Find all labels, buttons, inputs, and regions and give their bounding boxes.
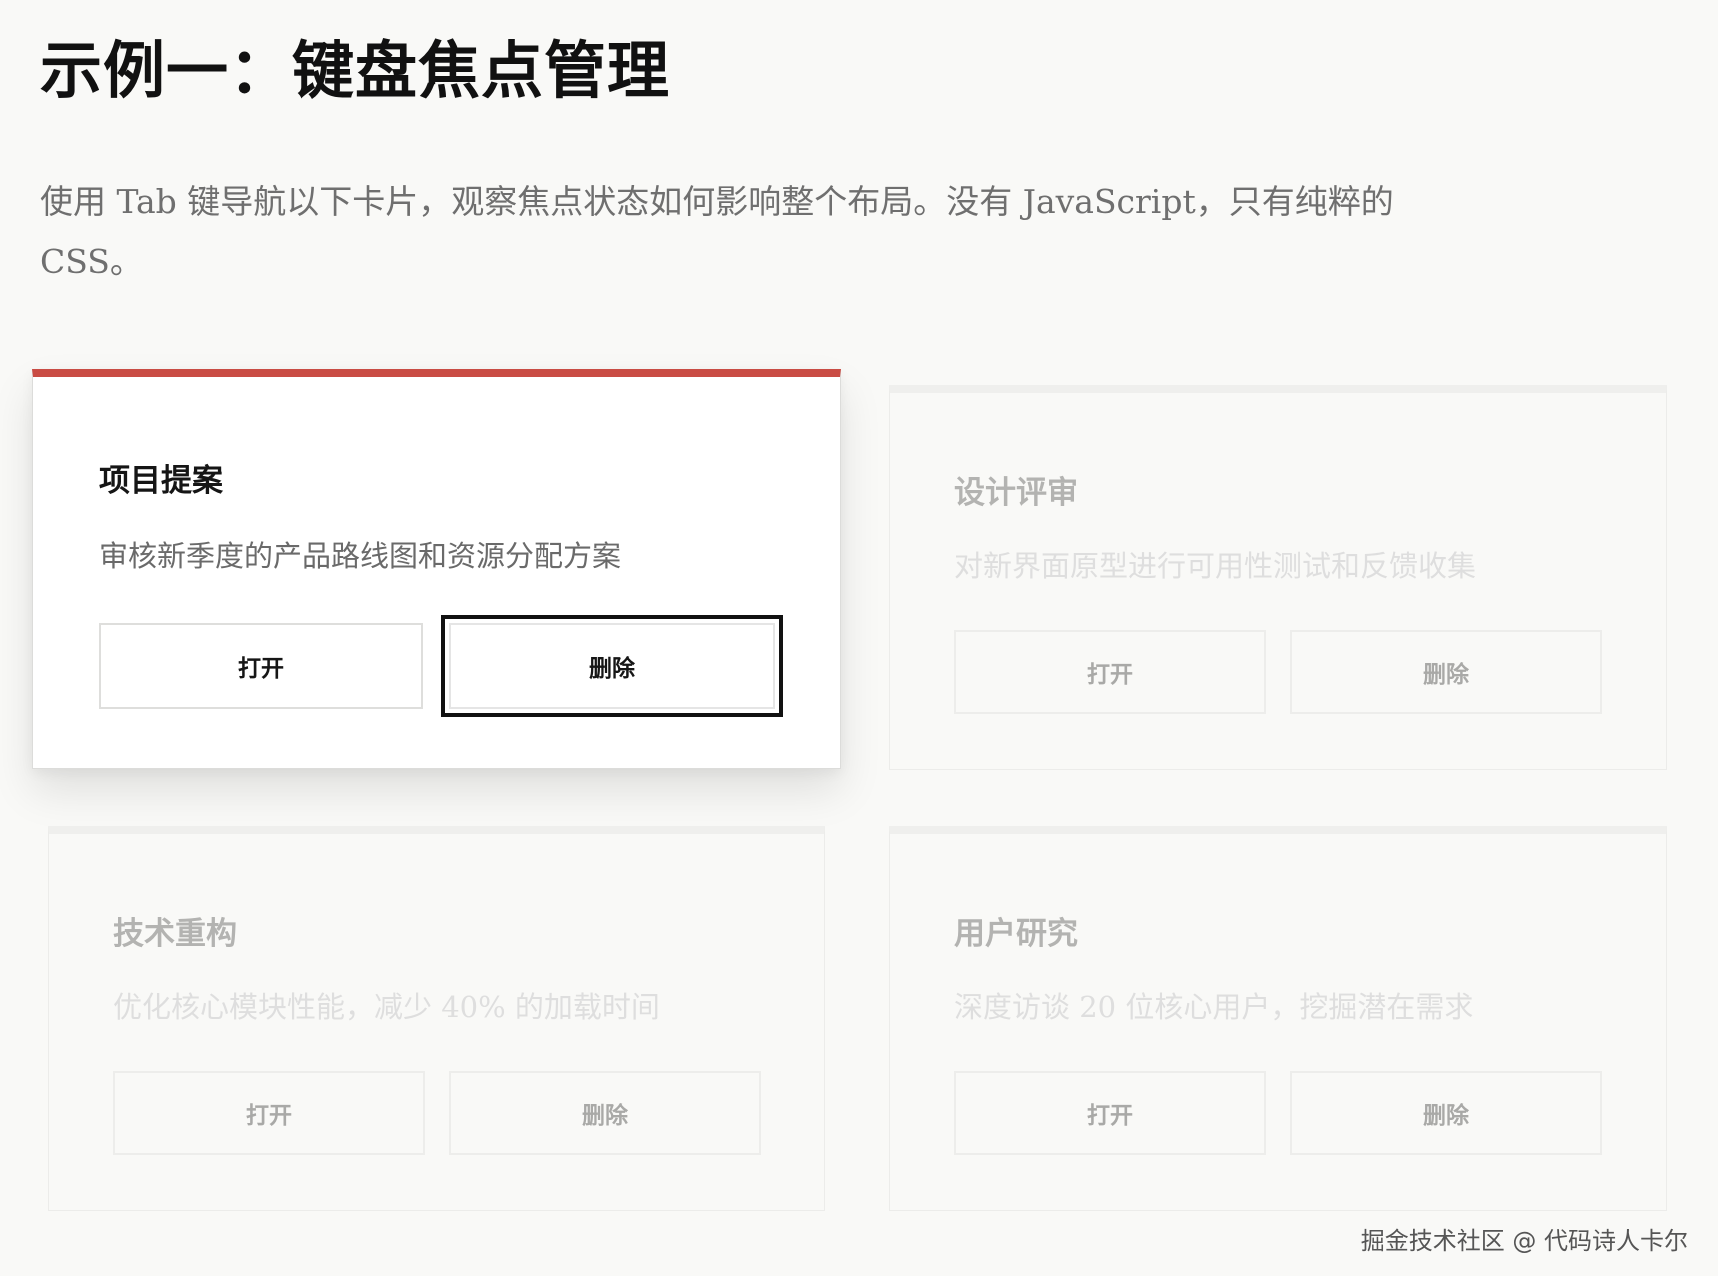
card-title: 项目提案 [99, 463, 223, 499]
card-design-review[interactable]: 设计评审 对新界面原型进行可用性测试和反馈收集 打开 删除 [889, 385, 1667, 770]
page-title: 示例一：键盘焦点管理 [40, 34, 671, 107]
card-tech-refactor[interactable]: 技术重构 优化核心模块性能，减少 40% 的加载时间 打开 删除 [48, 826, 825, 1211]
card-title: 用户研究 [954, 916, 1078, 952]
card-title: 设计评审 [954, 475, 1078, 511]
card-user-research[interactable]: 用户研究 深度访谈 20 位核心用户，挖掘潜在需求 打开 删除 [889, 826, 1667, 1211]
delete-button[interactable]: 删除 [449, 1071, 761, 1155]
watermark: 掘金技术社区 @ 代码诗人卡尔 [1360, 1227, 1688, 1255]
delete-button[interactable]: 删除 [441, 615, 783, 717]
card-title: 技术重构 [113, 916, 237, 952]
open-button[interactable]: 打开 [99, 623, 423, 709]
open-button[interactable]: 打开 [954, 630, 1266, 714]
delete-button[interactable]: 删除 [1290, 630, 1602, 714]
page-intro: 使用 Tab 键导航以下卡片，观察焦点状态如何影响整个布局。没有 JavaScr… [40, 182, 1394, 281]
card-project-proposal[interactable]: 项目提案 审核新季度的产品路线图和资源分配方案 打开 删除 [32, 369, 841, 769]
open-button[interactable]: 打开 [113, 1071, 425, 1155]
card-description: 优化核心模块性能，减少 40% 的加载时间 [113, 990, 660, 1024]
delete-button[interactable]: 删除 [1290, 1071, 1602, 1155]
card-description: 深度访谈 20 位核心用户，挖掘潜在需求 [954, 990, 1474, 1024]
card-description: 对新界面原型进行可用性测试和反馈收集 [954, 549, 1477, 583]
card-description: 审核新季度的产品路线图和资源分配方案 [99, 539, 622, 573]
open-button[interactable]: 打开 [954, 1071, 1266, 1155]
